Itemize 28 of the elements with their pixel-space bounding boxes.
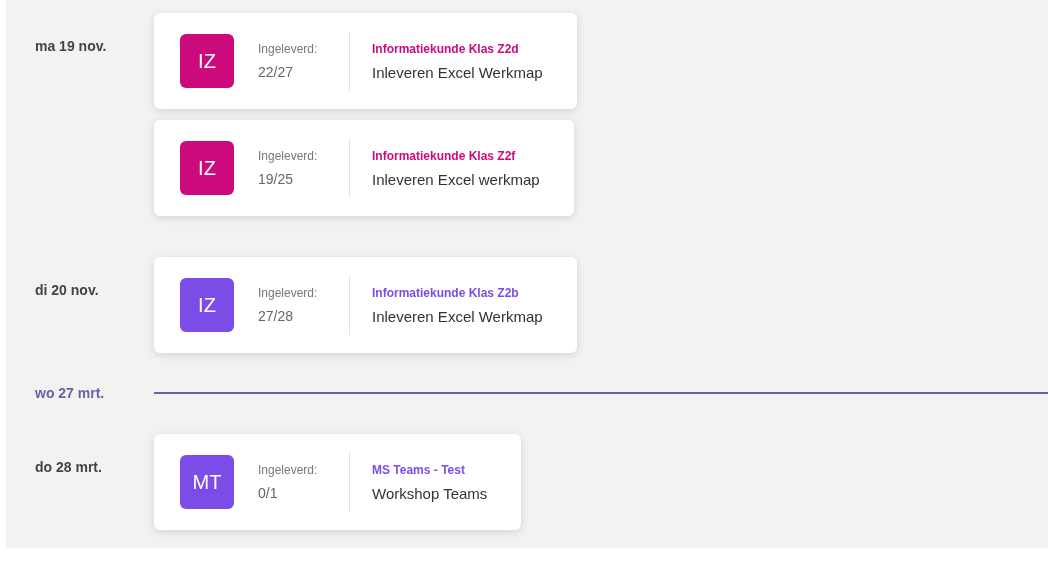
class-avatar: IZ — [180, 278, 234, 332]
day-date: do 28 mrt. — [35, 459, 102, 475]
submitted-count: 19/25 — [258, 171, 295, 187]
assignment-card[interactable]: IZ Ingeleverd: 22/27 Informatiekunde Klas Z2d Inleveren Excel Werkmap — [154, 13, 577, 109]
assignment-title: Workshop Teams — [372, 484, 488, 502]
course-name: Informatiekunde Klas Z2d — [372, 41, 520, 56]
submitted-count: 27/28 — [258, 308, 295, 324]
assignment-title: Inleveren Excel Werkmap — [372, 63, 543, 81]
submitted-label: Ingeleverd: — [258, 286, 319, 300]
class-avatar: MT — [180, 455, 234, 509]
assignment-card[interactable]: IZ Ingeleverd: 27/28 Informatiekunde Klas Z2b Inleveren Excel Werkmap — [154, 257, 577, 353]
day-date: di 20 nov. — [35, 282, 99, 298]
assignment-title: Inleveren Excel Werkmap — [372, 307, 543, 325]
day-date: ma 19 nov. — [35, 38, 107, 54]
course-name: MS Teams - Test — [372, 462, 466, 477]
submitted-label: Ingeleverd: — [258, 463, 319, 477]
submitted-label: Ingeleverd: — [258, 149, 319, 163]
class-avatar: IZ — [180, 141, 234, 195]
submitted-count: 22/27 — [258, 64, 295, 80]
today-date: wo 27 mrt. — [34, 385, 106, 401]
submitted-count: 0/1 — [258, 485, 279, 501]
course-name: Informatiekunde Klas Z2b — [372, 285, 520, 300]
class-avatar: IZ — [180, 34, 234, 88]
assignment-card[interactable]: IZ Ingeleverd: 19/25 Informatiekunde Klas Z2f Inleveren Excel werkmap — [154, 120, 574, 216]
course-name: Informatiekunde Klas Z2f — [372, 148, 517, 163]
assignment-card[interactable]: MT Ingeleverd: 0/1 MS Teams - Test Workshop Teams — [154, 434, 522, 530]
submitted-label: Ingeleverd: — [258, 42, 319, 56]
assignment-title: Inleveren Excel werkmap — [372, 170, 540, 188]
